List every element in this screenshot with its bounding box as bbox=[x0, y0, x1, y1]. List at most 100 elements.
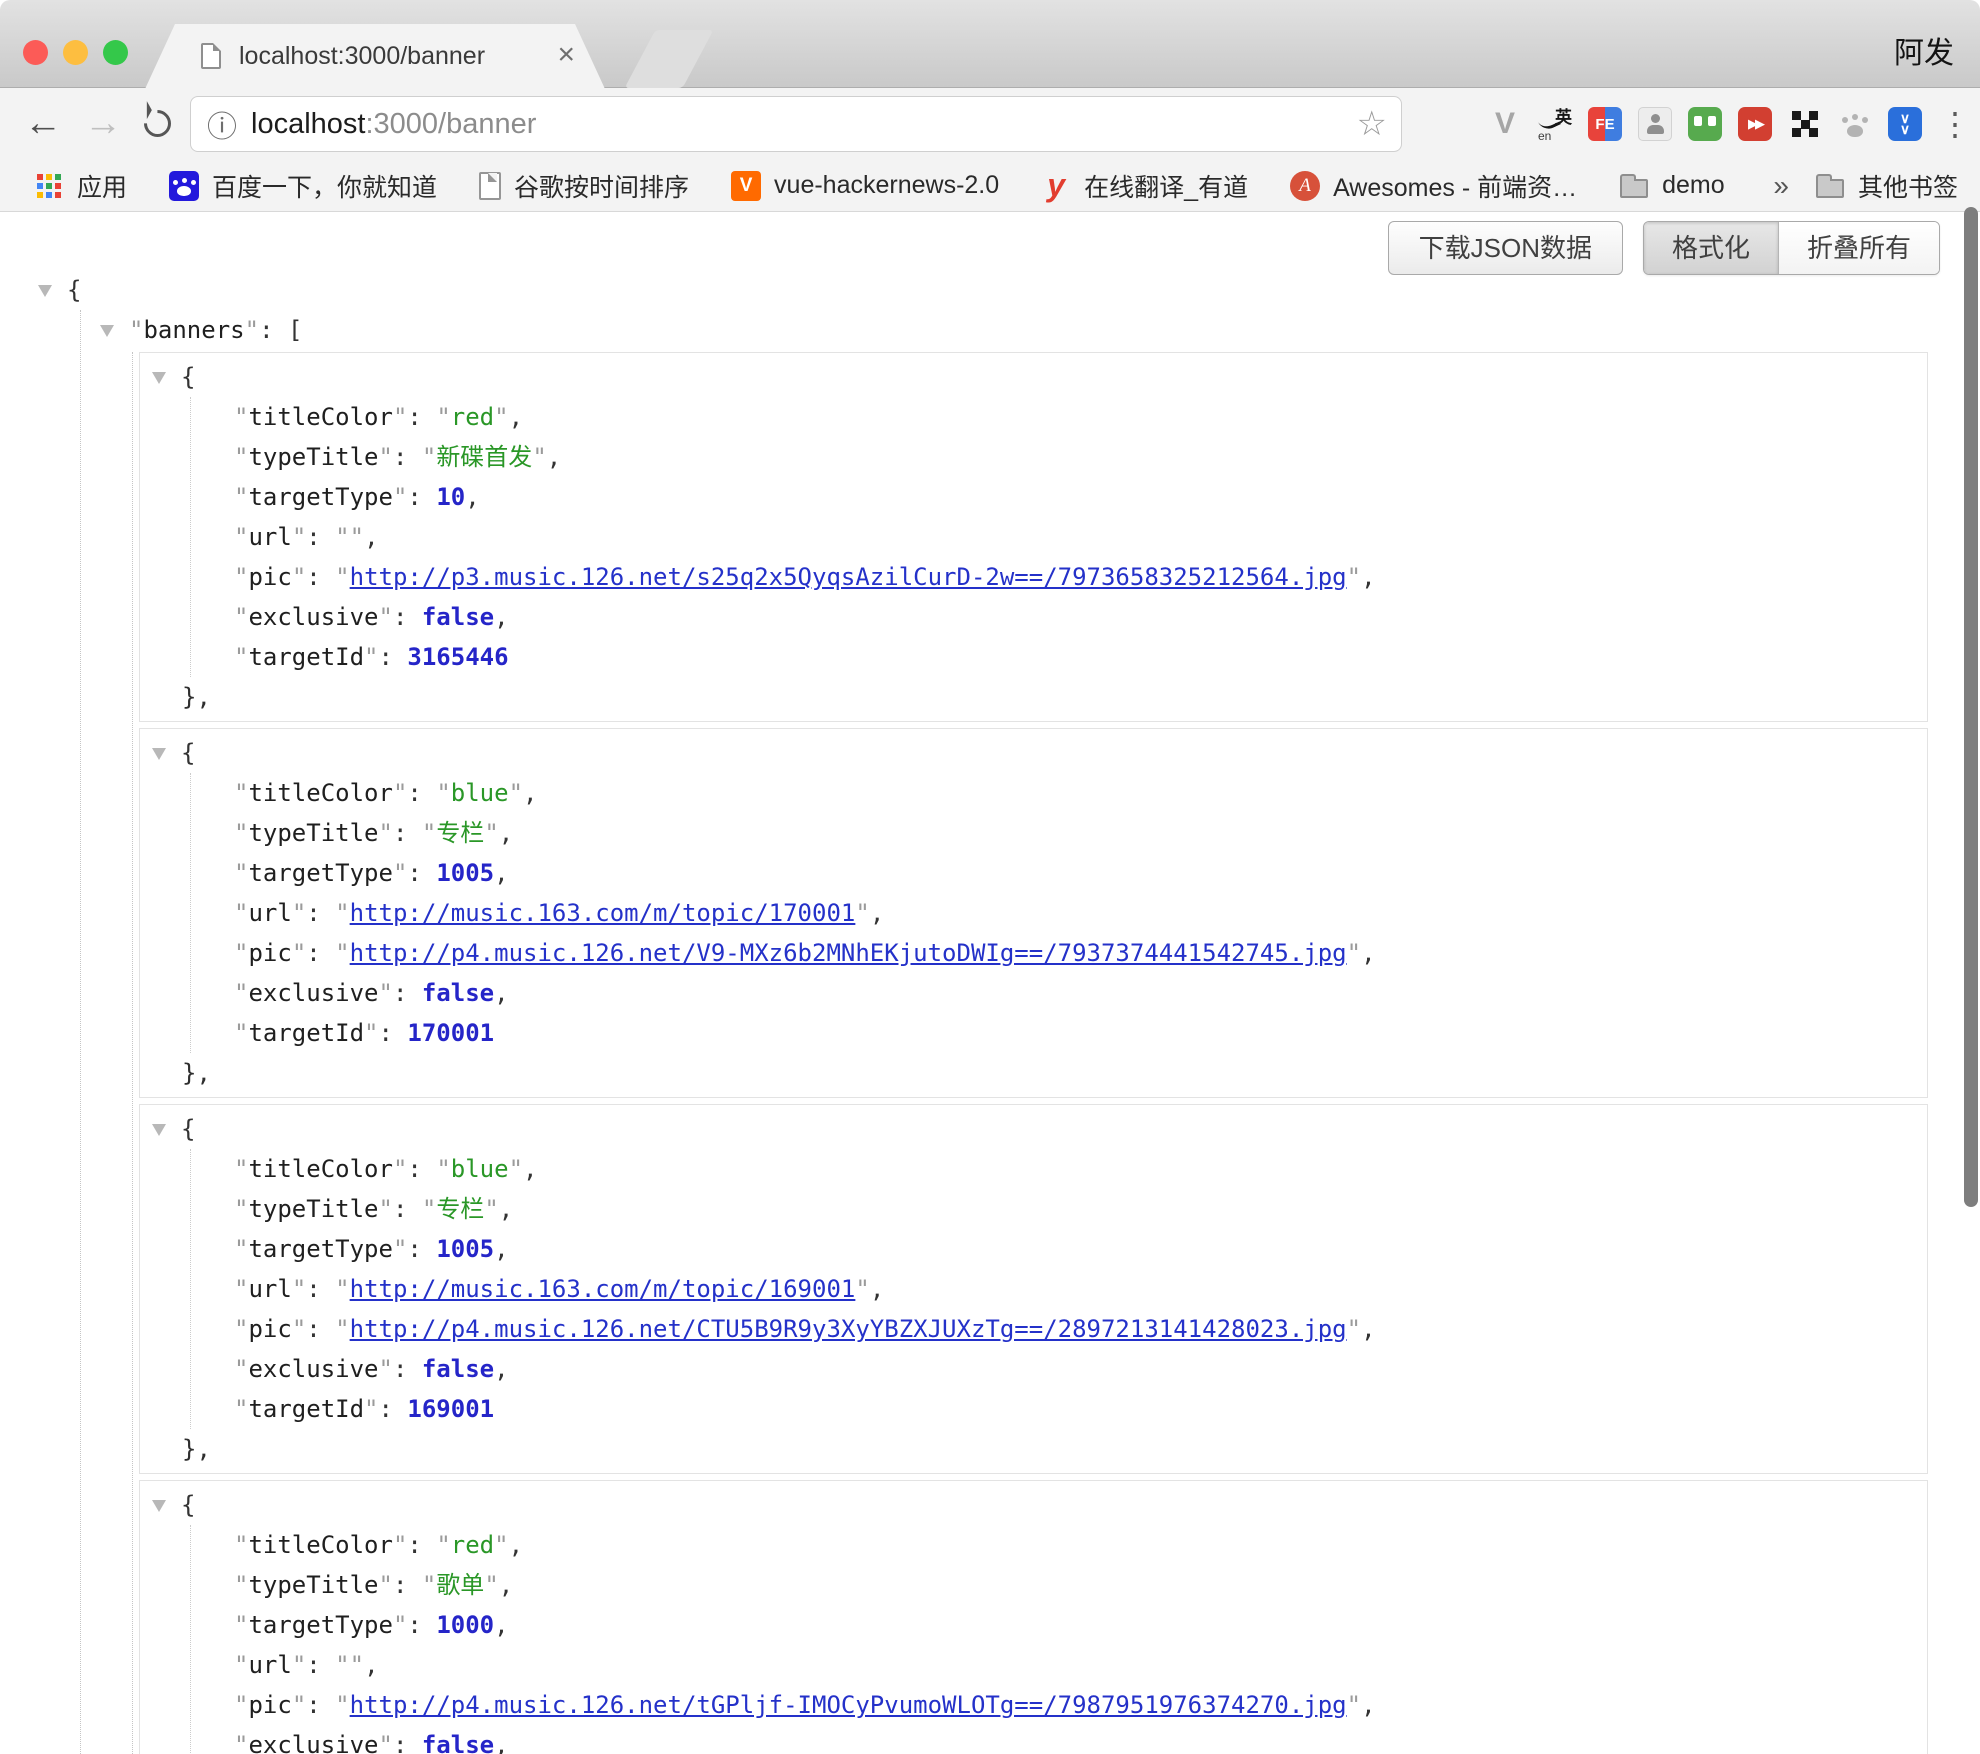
new-tab-button[interactable] bbox=[625, 30, 714, 88]
vue-icon: V bbox=[731, 171, 761, 201]
person-extension-icon[interactable] bbox=[1638, 107, 1672, 141]
other-bookmarks-folder[interactable]: 其他书签 bbox=[1815, 168, 1958, 204]
url-host: localhost bbox=[251, 108, 365, 140]
close-window-button[interactable] bbox=[23, 40, 48, 65]
download-json-button[interactable]: 下载JSON数据 bbox=[1388, 221, 1623, 275]
string-value: 专栏 bbox=[436, 1195, 484, 1223]
property-key: exclusive bbox=[248, 1355, 378, 1383]
reload-button[interactable] bbox=[138, 104, 176, 142]
translate-en-glyph: en bbox=[1538, 129, 1551, 143]
youdao-icon: y bbox=[1041, 171, 1071, 201]
bookmark-item[interactable]: A Awesomes - 前端资… bbox=[1290, 168, 1577, 204]
translate-zh-glyph: 英 bbox=[1555, 103, 1572, 128]
url-bar[interactable]: ⓘ localhost:3000/banner ☆ bbox=[190, 96, 1402, 152]
bookmarks-overflow-icon[interactable]: » bbox=[1773, 170, 1789, 202]
tab-title: localhost:3000/banner bbox=[239, 24, 485, 88]
url-text[interactable]: localhost:3000/banner bbox=[251, 108, 536, 141]
bookmark-star-icon[interactable]: ☆ bbox=[1357, 104, 1387, 144]
json-property-line: "targetId": 3165446 bbox=[234, 637, 1915, 677]
property-key: targetType bbox=[248, 859, 393, 887]
collapse-all-button[interactable]: 折叠所有 bbox=[1778, 222, 1939, 274]
format-button[interactable]: 格式化 bbox=[1644, 222, 1778, 274]
property-key: typeTitle bbox=[248, 443, 378, 471]
bookmark-item[interactable]: 百度一下，你就知道 bbox=[169, 168, 437, 204]
view-mode-group: 格式化 折叠所有 bbox=[1643, 221, 1940, 275]
string-value: 歌单 bbox=[436, 1571, 484, 1599]
profile-name: 阿发 bbox=[1894, 28, 1954, 72]
collapse-toggle-icon[interactable] bbox=[100, 325, 114, 337]
bookmark-label: 应用 bbox=[77, 168, 127, 204]
bookmark-item[interactable]: Vvue-hackernews-2.0 bbox=[731, 171, 999, 201]
blue-chevrons-extension-icon[interactable]: ∨∨ bbox=[1888, 107, 1922, 141]
other-bookmarks-label: 其他书签 bbox=[1858, 168, 1958, 204]
bookmark-item[interactable]: demo bbox=[1619, 171, 1725, 201]
json-property-line: "targetType": 10, bbox=[234, 477, 1915, 517]
info-icon[interactable]: ⓘ bbox=[207, 102, 237, 146]
qr-code-icon[interactable] bbox=[1788, 107, 1822, 141]
json-property-line: "titleColor": "red", bbox=[234, 1525, 1915, 1565]
collapse-toggle-icon[interactable] bbox=[152, 748, 166, 760]
json-root-line: { bbox=[38, 270, 1928, 310]
collapse-toggle-icon[interactable] bbox=[38, 285, 52, 297]
url-link[interactable]: http://p3.music.126.net/s25q2x5QyqsAzilC… bbox=[350, 563, 1347, 591]
boolean-value: false bbox=[422, 979, 494, 1007]
bookmark-label: demo bbox=[1662, 171, 1725, 200]
url-link[interactable]: http://music.163.com/m/topic/170001 bbox=[350, 899, 856, 927]
url-link[interactable]: http://music.163.com/m/topic/169001 bbox=[350, 1275, 856, 1303]
paw-shape bbox=[1847, 125, 1863, 137]
bookmark-label: Awesomes - 前端资… bbox=[1333, 168, 1577, 204]
json-property-line: "exclusive": false, bbox=[234, 597, 1915, 637]
boolean-value: false bbox=[422, 1355, 494, 1383]
open-brace: { bbox=[181, 1115, 195, 1143]
json-property-line: "pic": "http://p4.music.126.net/tGPljf-I… bbox=[234, 1685, 1915, 1725]
collapse-toggle-icon[interactable] bbox=[152, 1124, 166, 1136]
bookmark-item[interactable]: 应用 bbox=[34, 168, 127, 204]
url-link[interactable]: http://p4.music.126.net/V9-MXz6b2MNhEKju… bbox=[350, 939, 1347, 967]
zoom-window-button[interactable] bbox=[103, 40, 128, 65]
object-close-line: }, bbox=[152, 1429, 1915, 1469]
property-key: pic bbox=[248, 1315, 291, 1343]
url-link[interactable]: http://p4.music.126.net/tGPljf-IMOCyPvum… bbox=[350, 1691, 1347, 1719]
page-scrollbar[interactable] bbox=[1964, 207, 1978, 1207]
json-property-line: "exclusive": false, bbox=[234, 973, 1915, 1013]
translate-extension-icon[interactable]: 英 en bbox=[1538, 107, 1572, 141]
browser-tab[interactable]: localhost:3000/banner × bbox=[145, 24, 605, 89]
fe-helper-icon[interactable]: FE bbox=[1588, 107, 1622, 141]
browser-menu-icon[interactable]: ⋮ bbox=[1938, 107, 1972, 141]
object-close-line: }, bbox=[152, 677, 1915, 717]
property-key: pic bbox=[248, 563, 291, 591]
chevrons-glyph: ∨∨ bbox=[1900, 113, 1910, 135]
bookmark-item[interactable]: 谷歌按时间排序 bbox=[479, 168, 689, 204]
open-brace: { bbox=[67, 276, 81, 304]
tab-close-icon[interactable]: × bbox=[557, 24, 575, 86]
awesomes-icon: A bbox=[1290, 171, 1320, 201]
back-button[interactable]: ← bbox=[24, 88, 62, 160]
property-key: targetId bbox=[248, 643, 364, 671]
paw-extension-icon[interactable] bbox=[1838, 107, 1872, 141]
collapse-toggle-icon[interactable] bbox=[152, 1500, 166, 1512]
object-properties: "titleColor": "red","typeTitle": "新碟首发",… bbox=[190, 397, 1915, 677]
minimize-window-button[interactable] bbox=[63, 40, 88, 65]
json-property-line: "pic": "http://p4.music.126.net/CTU5B9R9… bbox=[234, 1309, 1915, 1349]
json-property-line: "typeTitle": "歌单", bbox=[234, 1565, 1915, 1605]
property-key: url bbox=[248, 899, 291, 927]
bookmark-item[interactable]: y在线翻译_有道 bbox=[1041, 168, 1248, 204]
apps-grid-icon bbox=[34, 171, 64, 201]
collapse-toggle-icon[interactable] bbox=[152, 372, 166, 384]
property-key: titleColor bbox=[248, 1155, 393, 1183]
vue-devtools-icon[interactable]: V bbox=[1488, 107, 1522, 141]
json-property-line: "targetId": 169001 bbox=[234, 1389, 1915, 1429]
banner-item-box: {"titleColor": "blue","typeTitle": "专栏",… bbox=[139, 728, 1928, 1098]
object-close-line: }, bbox=[152, 1053, 1915, 1093]
video-fast-forward-icon[interactable]: ▶▶ bbox=[1738, 107, 1772, 141]
tampermonkey-icon[interactable] bbox=[1688, 107, 1722, 141]
number-value: 1000 bbox=[436, 1611, 494, 1639]
json-property-line: "targetId": 170001 bbox=[234, 1013, 1915, 1053]
string-value: 新碟首发 bbox=[436, 443, 532, 471]
property-key: exclusive bbox=[248, 979, 378, 1007]
json-property-line: "titleColor": "red", bbox=[234, 397, 1915, 437]
url-link[interactable]: http://p4.music.126.net/CTU5B9R9y3XyYBZX… bbox=[350, 1315, 1347, 1343]
json-property-line: "url": "http://music.163.com/m/topic/170… bbox=[234, 893, 1915, 933]
forward-button[interactable]: → bbox=[84, 88, 122, 160]
property-key: url bbox=[248, 1275, 291, 1303]
